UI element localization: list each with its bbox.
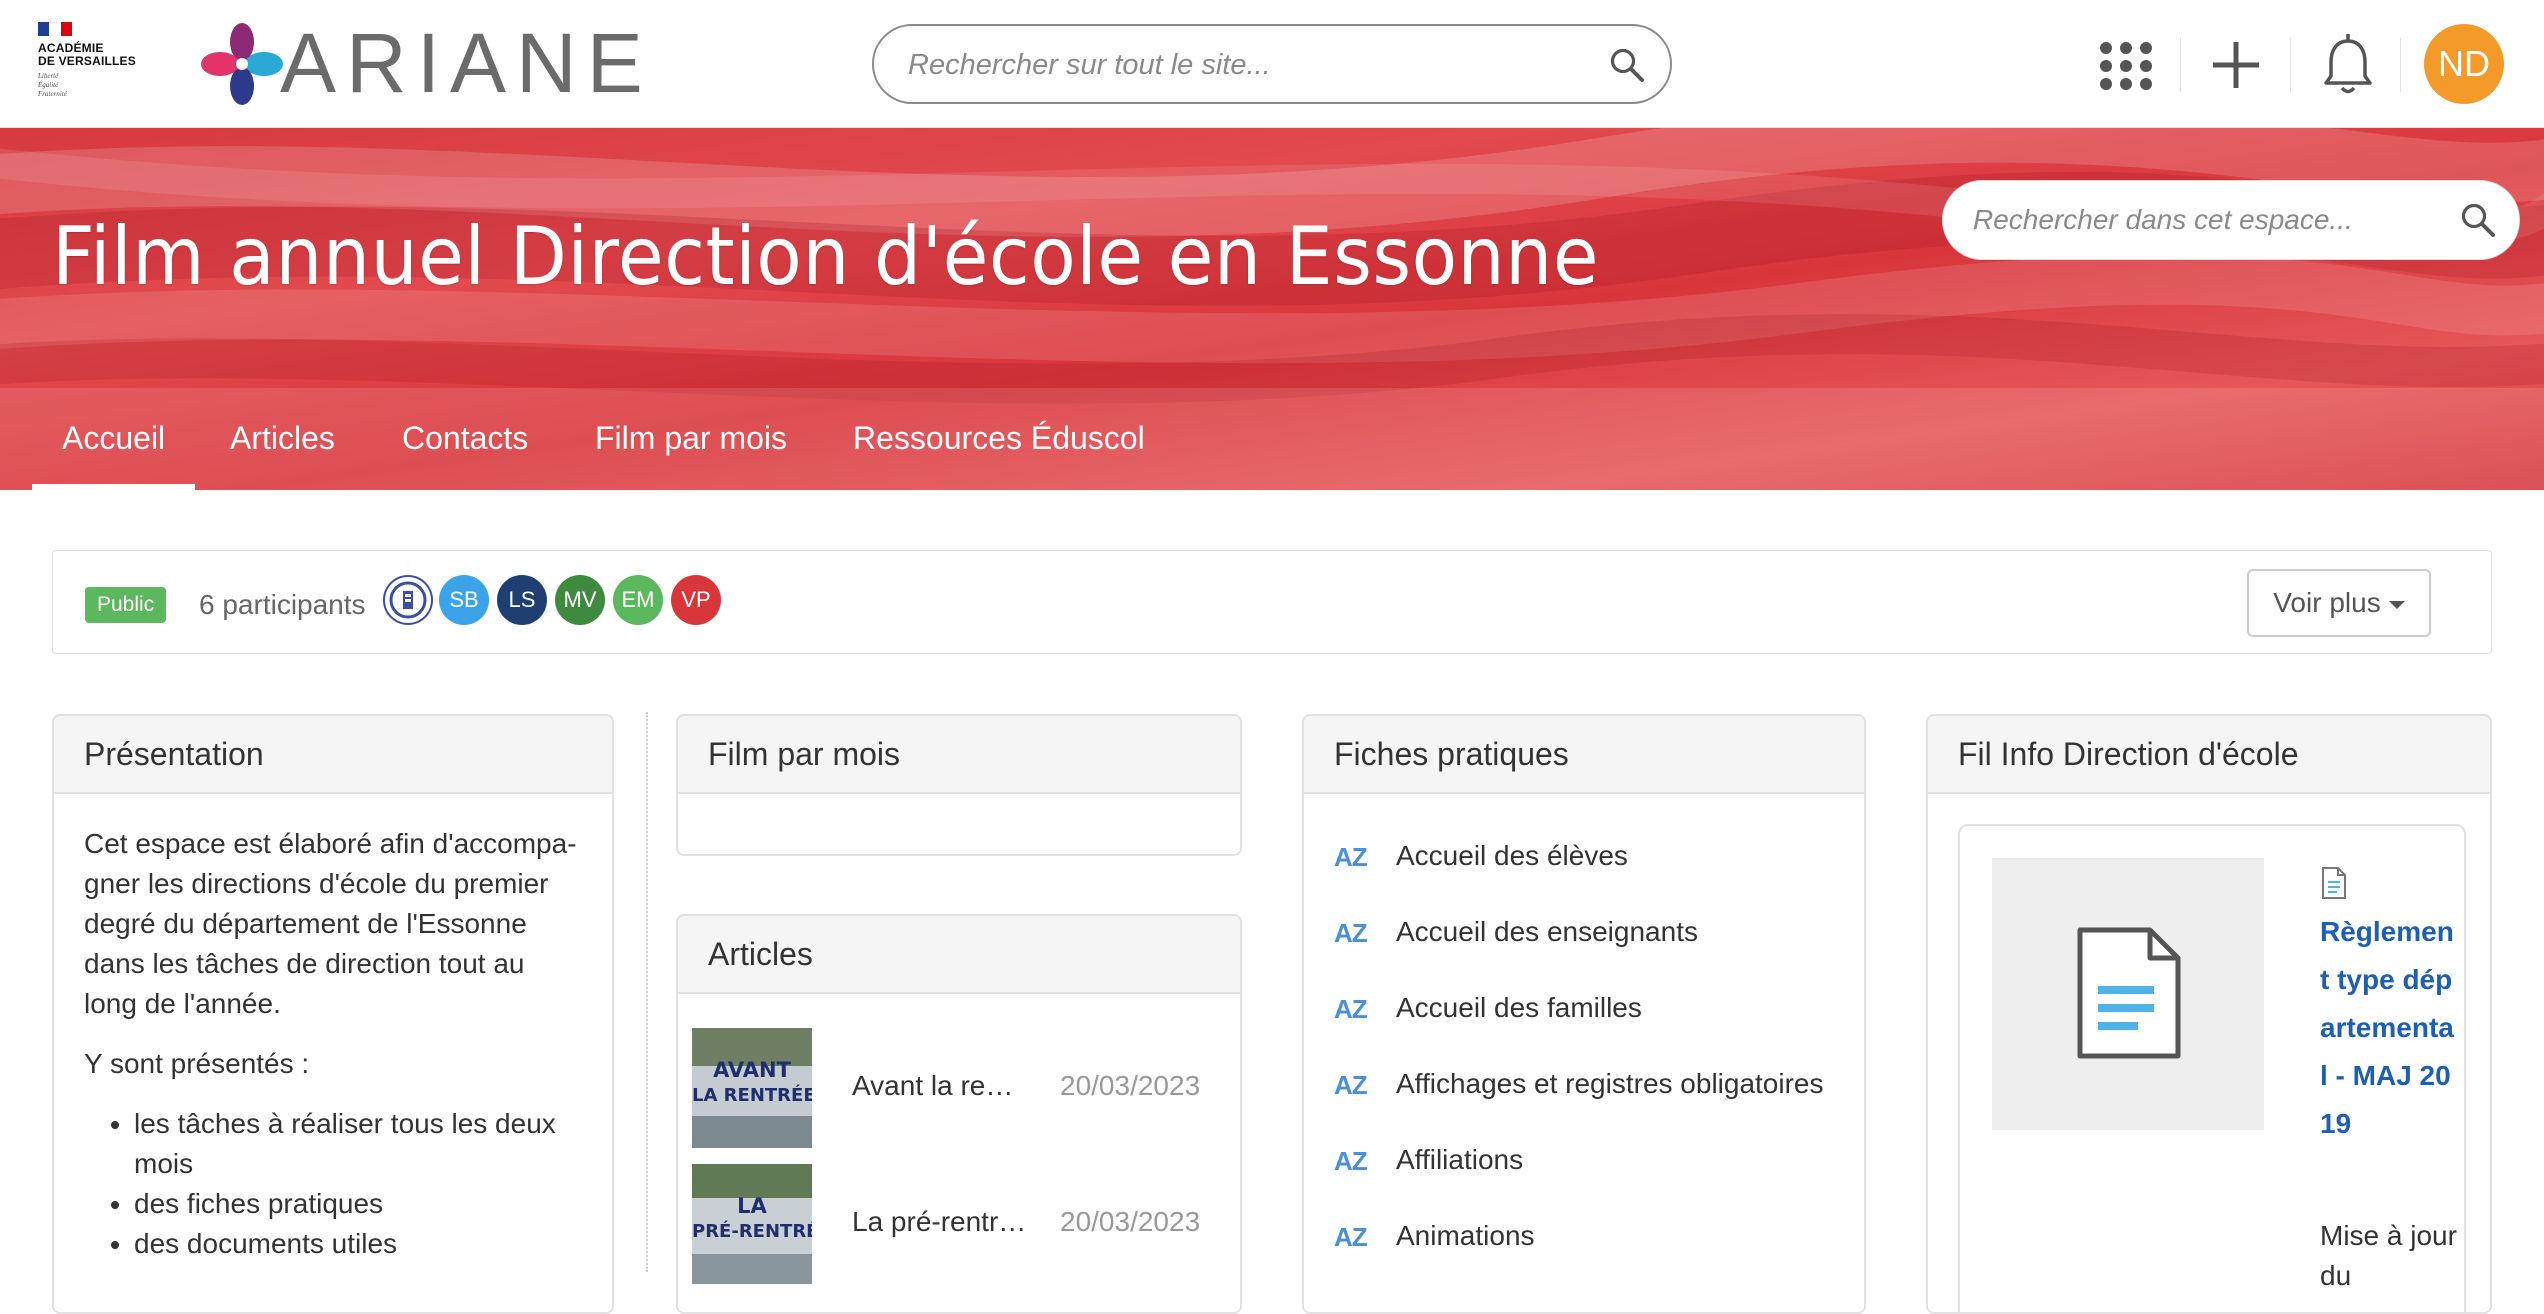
az-index-icon: AZ (1334, 842, 1368, 872)
info-card-title[interactable]: Règlement type départemental - MAJ 2019 (2320, 908, 2460, 1148)
thumbnail-text: LA RENTRÉE (692, 1085, 812, 1106)
participant-avatar[interactable]: SB (439, 575, 489, 625)
fiche-link[interactable]: Affiliations (1396, 1140, 1523, 1180)
institution-logo-icon (389, 581, 427, 619)
tab-articles[interactable]: Articles (230, 388, 335, 490)
article-title[interactable]: Avant la rent… (852, 1070, 1027, 1102)
participant-avatar[interactable]: VP (671, 575, 721, 625)
space-tabs: Accueil Articles Contacts Film par mois … (0, 388, 2544, 490)
article-thumbnail[interactable]: AVANT LA RENTRÉE (692, 1028, 812, 1148)
fil-info-panel: Fil Info Direction d'école Règlement typ… (1926, 714, 2492, 1314)
presentation-body: Cet espace est élaboré afin d'accompa-gn… (54, 794, 612, 1264)
space-search-input[interactable] (1973, 197, 2433, 243)
document-icon (2077, 927, 2181, 1059)
space-title: Film annuel Direction d'école en Essonne (52, 210, 1600, 303)
participants-count[interactable]: 6 participants (199, 585, 366, 625)
presentation-list: les tâches à réaliser tous les deux mois… (134, 1104, 584, 1264)
list-item: les tâches à réaliser tous les deux mois (134, 1104, 584, 1184)
academie-motto: Liberté Égalité Fraternité (38, 72, 67, 98)
tab-accueil[interactable]: Accueil (31, 388, 196, 490)
tab-ressources-eduscol[interactable]: Ressources Éduscol (853, 388, 1145, 490)
participant-avatar[interactable]: LS (497, 575, 547, 625)
global-search-input[interactable] (908, 42, 1588, 88)
article-title[interactable]: La pré-rentrée (852, 1206, 1027, 1238)
info-card-description: Mise à jour du (2320, 1220, 2457, 1291)
info-card[interactable]: Règlement type départemental - MAJ 2019 … (1958, 824, 2466, 1312)
app-name[interactable]: ARIANE (280, 18, 653, 108)
plus-icon[interactable] (2206, 24, 2266, 104)
toolbar-separator (2400, 38, 2401, 92)
list-item: des fiches pratiques (134, 1184, 584, 1224)
visibility-badge: Public (85, 587, 167, 623)
film-par-mois-heading: Film par mois (678, 716, 1240, 794)
voir-plus-button[interactable]: Voir plus (2247, 569, 2431, 637)
fiche-link[interactable]: Animations (1396, 1216, 1535, 1256)
document-icon (2322, 867, 2346, 899)
top-bar: ACADÉMIE DE VERSAILLES Liberté Égalité F… (0, 0, 2544, 128)
film-par-mois-panel: Film par mois (676, 714, 1242, 856)
info-thumbnail[interactable] (1992, 858, 2264, 1130)
presentation-heading: Présentation (54, 716, 612, 794)
search-icon[interactable] (1608, 46, 1646, 84)
academie-logo[interactable]: ACADÉMIE DE VERSAILLES Liberté Égalité F… (38, 22, 158, 108)
fil-info-heading: Fil Info Direction d'école (1928, 716, 2490, 794)
participant-avatar[interactable]: MV (555, 575, 605, 625)
toolbar-separator (2290, 38, 2291, 92)
article-date: 20/03/2023 (1060, 1070, 1201, 1101)
space-search-box (1942, 180, 2520, 260)
french-flag-icon (38, 22, 72, 36)
bell-icon[interactable] (2318, 24, 2378, 104)
article-thumbnail[interactable]: LA PRÉ-RENTRÉE (692, 1164, 812, 1284)
article-date: 20/03/2023 (1060, 1206, 1201, 1237)
articles-panel: Articles AVANT LA RENTRÉE Avant la rent…… (676, 914, 1242, 1314)
fiches-pratiques-panel: Fiches pratiques AZ Accueil des élèves A… (1302, 714, 1866, 1314)
voir-plus-label: Voir plus (2273, 587, 2381, 618)
article-row[interactable]: AVANT LA RENTRÉE Avant la rent… 20/03/20… (692, 1028, 1222, 1148)
fiche-link[interactable]: Accueil des élèves (1396, 836, 1628, 876)
tab-contacts[interactable]: Contacts (402, 388, 528, 490)
az-index-icon: AZ (1334, 1070, 1368, 1100)
article-row[interactable]: LA PRÉ-RENTRÉE La pré-rentrée 20/03/2023 (692, 1164, 1222, 1284)
participants-bar: Public 6 participants SB LS MV EM VP Voi… (52, 550, 2492, 654)
list-item: des documents utiles (134, 1224, 584, 1264)
presentation-panel: Présentation Cet espace est élaboré afin… (52, 714, 614, 1314)
toolbar-separator (2180, 38, 2181, 92)
articles-heading: Articles (678, 916, 1240, 994)
thumbnail-text: AVANT (713, 1058, 791, 1082)
user-avatar[interactable]: ND (2424, 24, 2504, 104)
thumbnail-text: LA (737, 1194, 767, 1218)
fiches-heading: Fiches pratiques (1304, 716, 1864, 794)
apps-grid-icon[interactable] (2096, 24, 2156, 104)
fiche-link[interactable]: Accueil des enseignants (1396, 912, 1698, 952)
participant-avatar[interactable]: EM (613, 575, 663, 625)
ariane-logo-icon[interactable] (200, 22, 284, 106)
presentation-paragraph: Cet espace est élaboré afin d'accompa-gn… (84, 828, 577, 1019)
presentation-paragraph: Y sont présentés : (84, 1048, 310, 1079)
az-index-icon: AZ (1334, 918, 1368, 948)
tab-film-par-mois[interactable]: Film par mois (595, 388, 787, 490)
global-search-box (872, 24, 1672, 104)
academie-line2: DE VERSAILLES (38, 54, 136, 68)
caret-down-icon (2388, 600, 2405, 609)
search-icon[interactable] (2459, 201, 2497, 239)
space-banner: Film annuel Direction d'école en Essonne… (0, 128, 2544, 490)
column-divider (646, 712, 648, 1272)
az-index-icon: AZ (1334, 994, 1368, 1024)
az-index-icon: AZ (1334, 1222, 1368, 1252)
fiche-link[interactable]: Accueil des familles (1396, 988, 1642, 1028)
fiche-link[interactable]: Affichages et registres obligatoires (1396, 1064, 1824, 1104)
az-index-icon: AZ (1334, 1146, 1368, 1176)
thumbnail-text: PRÉ-RENTRÉE (692, 1221, 812, 1242)
participant-avatar[interactable] (383, 575, 433, 625)
